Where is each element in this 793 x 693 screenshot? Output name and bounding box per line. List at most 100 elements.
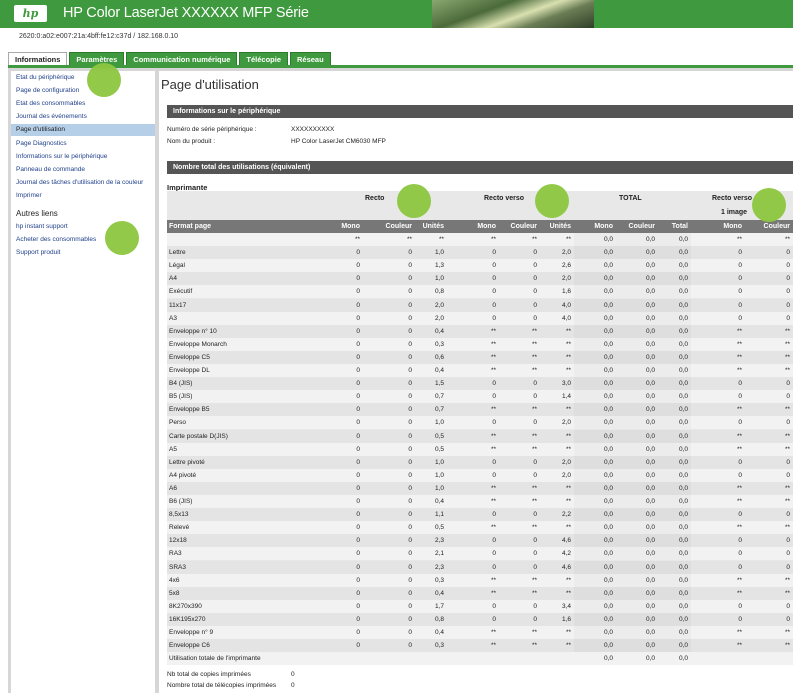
table-cell: ** (490, 445, 496, 453)
table-cell: 0 (786, 288, 790, 296)
table-cell: 0,0 (658, 586, 691, 600)
table-cell: 16K195x270 (169, 615, 206, 623)
table-cell: RA3 (169, 550, 182, 558)
table-cell: 0 (356, 563, 360, 571)
table-row: Lettre pivoté 0 0 1,0 0 0 2,0 0,0 0,0 0,0 0 0 (167, 455, 793, 469)
table-cell: 0 (533, 550, 537, 558)
table-cell: ** (490, 642, 496, 650)
sidebar-item-etat-consommables[interactable]: Etat des consommables (11, 98, 155, 110)
table-cell: 0 (738, 471, 742, 479)
table-cell: 0 (738, 262, 742, 270)
table-cell: B6 (JIS) (169, 498, 193, 505)
table-cell: 0 (738, 511, 742, 519)
table-cell: 0 (738, 458, 742, 466)
table-cell: 3,4 (561, 602, 571, 610)
table-cell: 0,0 (616, 337, 658, 351)
tab-informations[interactable]: Informations (8, 52, 68, 65)
table-cell: 0,0 (658, 377, 691, 391)
table-cell: ** (490, 353, 496, 361)
table-cell: 0,0 (658, 337, 691, 351)
table-cell: 0 (408, 432, 412, 440)
table-cell: 0 (356, 511, 360, 519)
sidebar-item-etat-peripherique[interactable]: Etat du périphérique (11, 72, 155, 84)
column-header: Total (671, 223, 688, 230)
table-cell: 0,0 (616, 403, 658, 417)
tab-telecopie[interactable]: Télécopie (239, 52, 288, 65)
table-cell: 0 (492, 314, 496, 322)
sidebar-item-panneau-commande[interactable]: Panneau de commande (11, 164, 155, 176)
table-cell: ** (406, 236, 412, 243)
usage-table: Recto Recto verso TOTAL Recto verso 1 im… (167, 191, 793, 666)
tab-parametres[interactable]: Paramètres (69, 52, 125, 65)
table-cell: ** (565, 432, 571, 440)
table-cell: ** (784, 498, 790, 505)
table-cell: ** (784, 236, 790, 243)
table-cell: ** (736, 445, 742, 453)
sidebar-item-journal-couleur[interactable]: Journal des tâches d'utilisation de la c… (11, 177, 155, 189)
table-cell: ** (531, 236, 537, 243)
sidebar-item-journal-evenements[interactable]: Journal des événements (11, 111, 155, 123)
table-cell: 0,0 (574, 626, 616, 639)
table-cell: 0,0 (658, 639, 691, 653)
table-cell: 0,0 (616, 508, 658, 522)
table-cell: 0 (492, 288, 496, 296)
column-header: Couleur (510, 223, 537, 230)
table-cell: 0 (408, 275, 412, 283)
table-cell: ** (531, 589, 537, 597)
table-cell: 0 (786, 550, 790, 558)
table-cell: 0,0 (616, 416, 658, 430)
table-cell: 0,0 (574, 468, 616, 482)
table-cell: 0,0 (574, 324, 616, 338)
table-cell: 0 (786, 393, 790, 401)
tab-communication-numerique[interactable]: Communication numérique (126, 52, 238, 65)
tab-bar: Informations Paramètres Communication nu… (8, 52, 331, 65)
table-cell: ** (531, 406, 537, 414)
table-cell: 4,0 (561, 314, 571, 322)
sidebar-item-page-utilisation[interactable]: Page d'utilisation (11, 124, 155, 136)
table-cell: 0,0 (616, 377, 658, 391)
tab-reseau[interactable]: Réseau (290, 52, 331, 65)
table-cell: 0,0 (574, 481, 616, 495)
sidebar-item-informations-peripherique[interactable]: Informations sur le périphérique (11, 151, 155, 163)
table-cell: ** (565, 236, 571, 243)
table-cell: 0 (408, 458, 412, 466)
table-cell: 0,0 (616, 573, 658, 587)
table-cell: 0 (356, 419, 360, 427)
table-cell: ** (565, 524, 571, 532)
table-cell: 12x18 (169, 537, 187, 545)
table-cell: 0 (356, 393, 360, 401)
table-cell: 1,0 (434, 484, 444, 492)
table-row: B5 (JIS) 0 0 0,7 0 0 1,4 0,0 0,0 0,0 0 0 (167, 390, 793, 404)
sidebar-item-page-diagnostics[interactable]: Page Diagnostics (11, 138, 155, 150)
table-cell: ** (490, 340, 496, 348)
sidebar-item-imprimer[interactable]: Imprimer (11, 190, 155, 202)
table-cell: Enveloppe DL (169, 367, 210, 374)
table-cell: ** (565, 340, 571, 348)
table-cell: ** (565, 576, 571, 584)
table-cell: ** (784, 340, 790, 348)
table-cell: 0,0 (658, 481, 691, 495)
table-cell: 0 (356, 445, 360, 453)
table-cell: 0,0 (658, 573, 691, 587)
table-row: A6 0 0 1,0 ** ** ** 0,0 0,0 0,0 ** ** (167, 481, 793, 495)
table-cell: 0 (492, 511, 496, 519)
table-cell: 0 (408, 340, 412, 348)
table-cell: 0,0 (658, 547, 691, 561)
table-cell: 1,3 (434, 262, 444, 270)
table-row: 8K270x390 0 0 1,7 0 0 3,4 0,0 0,0 0,0 0 0 (167, 599, 793, 613)
highlight-circle (87, 63, 121, 97)
table-cell: ** (565, 484, 571, 492)
sidebar-item-page-configuration[interactable]: Page de configuration (11, 85, 155, 97)
table-cell: 0 (356, 602, 360, 610)
table-cell: 0 (786, 301, 790, 309)
total-usage-value: 0,0 (645, 655, 655, 663)
table-cell: 0,3 (434, 340, 444, 348)
table-cell: 0,0 (658, 429, 691, 443)
table-cell: 0 (492, 380, 496, 388)
table-cell: 0,0 (574, 272, 616, 286)
table-row: RA3 0 0 2,1 0 0 4,2 0,0 0,0 0,0 0 0 (167, 547, 793, 561)
table-row: Enveloppe B5 0 0 0,7 ** ** ** 0,0 0,0 0,0 ** ** (167, 403, 793, 417)
table-cell: 0,0 (574, 285, 616, 299)
table-cell: ** (784, 432, 790, 440)
table-cell: 0,0 (574, 560, 616, 574)
